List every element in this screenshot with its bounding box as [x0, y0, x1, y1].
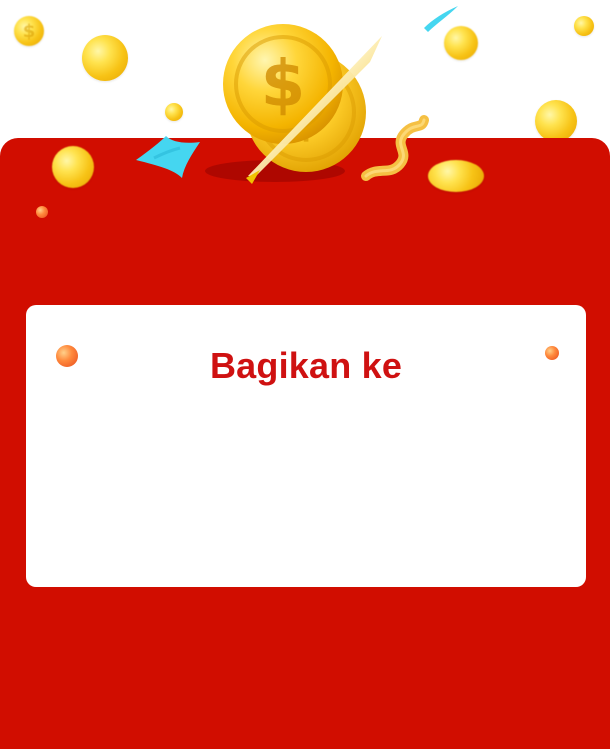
- floating-coin-icon: [574, 16, 594, 36]
- svg-text:$: $: [23, 21, 36, 42]
- svg-text:$: $: [261, 48, 306, 122]
- share-title: Bagikan ke: [209, 345, 403, 386]
- floating-coin-icon: [535, 100, 577, 142]
- floating-coin-icon: [52, 146, 94, 188]
- small-dollar-coin-icon: $: [14, 16, 44, 46]
- gold-ribbon-icon: [361, 115, 429, 181]
- floating-coin-icon: [82, 35, 128, 81]
- coin-slot-shadow: [205, 160, 345, 182]
- floating-coin-icon: [428, 160, 484, 192]
- share-panel: Bagikan ke: [26, 305, 586, 587]
- floating-coin-icon: [165, 103, 183, 121]
- svg-text:$: $: [286, 79, 326, 147]
- cyan-ribbon-icon: [136, 136, 200, 178]
- dollar-sign-icon: $: [23, 21, 36, 42]
- orange-dot-icon: [36, 206, 48, 218]
- cyan-confetti-icon: [424, 6, 458, 32]
